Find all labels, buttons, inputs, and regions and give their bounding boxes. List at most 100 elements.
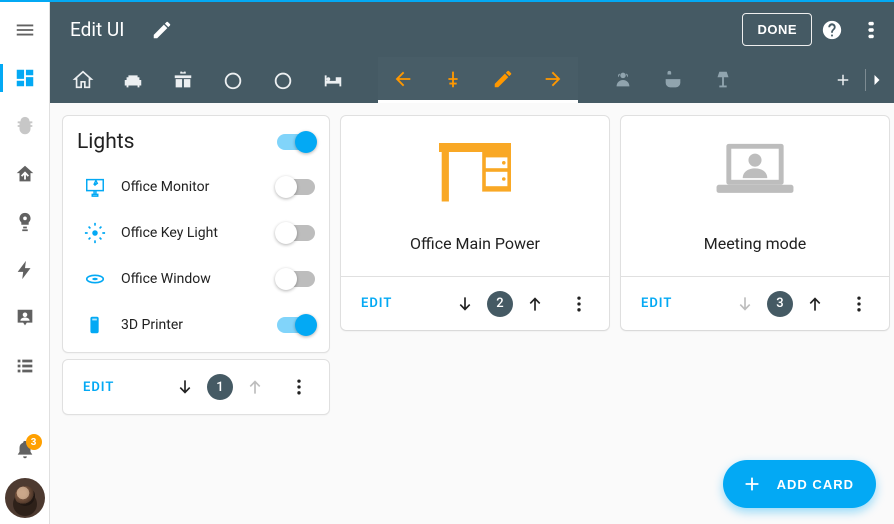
arrow-up-icon — [805, 294, 825, 314]
entity-toggle[interactable] — [277, 317, 315, 333]
gauge2-icon — [272, 69, 294, 91]
edit-button[interactable]: EDIT — [629, 296, 684, 311]
help-icon — [821, 19, 843, 41]
rail-item-logbook[interactable] — [0, 198, 50, 246]
monitor-icon — [84, 176, 106, 198]
tab-timer2[interactable] — [258, 57, 308, 103]
active-arrow-right[interactable] — [528, 56, 578, 102]
card-editbar-3: EDIT 3 — [621, 276, 889, 330]
active-edit[interactable] — [478, 56, 528, 102]
lights-master-toggle[interactable] — [277, 134, 315, 150]
position-badge: 3 — [767, 291, 793, 317]
position-badge: 1 — [207, 374, 233, 400]
pencil-icon — [151, 19, 173, 41]
dots-vertical-icon — [849, 294, 869, 314]
lights-card-title: Lights — [77, 130, 134, 154]
arrow-right-icon — [542, 68, 564, 90]
rail-item-energy[interactable] — [0, 102, 50, 150]
entity-toggle[interactable] — [277, 225, 315, 241]
card-overflow-button[interactable] — [837, 282, 881, 326]
rail-item-todo[interactable] — [0, 342, 50, 390]
tab-bar — [50, 57, 894, 103]
rail-item-notifications[interactable]: 3 — [0, 426, 50, 474]
entity-row-window[interactable]: Office Window — [77, 256, 315, 302]
edit-button[interactable]: EDIT — [71, 380, 126, 395]
move-down-button[interactable] — [163, 365, 207, 409]
pencil-icon — [492, 68, 514, 90]
column-1: Lights Office Monitor Office Key Light — [62, 115, 330, 415]
move-up-button[interactable] — [513, 282, 557, 326]
arrow-up-icon — [525, 294, 545, 314]
move-up-button[interactable] — [793, 282, 837, 326]
entity-label: Office Monitor — [113, 179, 277, 195]
disc-icon — [84, 268, 106, 290]
move-up-button[interactable] — [233, 365, 277, 409]
arrow-down-icon — [455, 294, 475, 314]
entity-label: Office Key Light — [113, 225, 277, 241]
arrow-up-icon — [245, 377, 265, 397]
move-down-button[interactable] — [443, 282, 487, 326]
card-overflow-button[interactable] — [557, 282, 601, 326]
entity-toggle[interactable] — [277, 179, 315, 195]
desk-icon — [430, 132, 520, 212]
gift-icon — [172, 69, 194, 91]
entity-label: Office Window — [113, 271, 277, 287]
tab-home[interactable] — [58, 57, 108, 103]
tab-active-group — [378, 57, 578, 103]
tab-plant[interactable] — [598, 57, 648, 103]
card-title: Meeting mode — [704, 234, 807, 253]
plus-icon — [834, 71, 852, 89]
entity-label: 3D Printer — [113, 317, 277, 333]
tab-bed[interactable] — [308, 57, 358, 103]
edit-button[interactable]: EDIT — [349, 296, 404, 311]
rail-item-overview[interactable] — [0, 54, 50, 102]
person-pin-icon — [14, 307, 36, 329]
user-avatar[interactable] — [5, 478, 45, 518]
dashboard-icon — [14, 67, 36, 89]
home-outline-icon — [72, 69, 94, 91]
add-card-fab[interactable]: ADD CARD — [723, 460, 876, 508]
rail-item-map[interactable] — [0, 150, 50, 198]
active-arrow-left[interactable] — [378, 56, 428, 102]
card-overflow-button[interactable] — [277, 365, 321, 409]
move-down-button[interactable] — [723, 282, 767, 326]
entity-row-office-monitor[interactable]: Office Monitor — [77, 164, 315, 210]
page-title: Edit UI — [70, 18, 124, 41]
lights-card: Lights Office Monitor Office Key Light — [62, 115, 330, 353]
entity-row-3d-printer[interactable]: 3D Printer — [77, 302, 315, 348]
card-editbar-1: EDIT 1 — [62, 359, 330, 415]
flower-icon — [612, 69, 634, 91]
tab-bath[interactable] — [648, 57, 698, 103]
card-title: Office Main Power — [410, 234, 540, 253]
card-editbar-2: EDIT 2 — [341, 276, 609, 330]
desk-chair-icon — [442, 68, 464, 90]
entity-toggle[interactable] — [277, 271, 315, 287]
plus-icon — [741, 473, 763, 495]
hamburger-menu-button[interactable] — [0, 6, 50, 54]
help-button[interactable] — [812, 10, 852, 50]
active-marker[interactable] — [428, 56, 478, 102]
edit-title-button[interactable] — [142, 10, 182, 50]
laptop-person-icon — [710, 132, 800, 212]
rail-item-media[interactable] — [0, 294, 50, 342]
floor-lamp-icon — [712, 69, 734, 91]
left-rail: 3 — [0, 2, 50, 524]
tab-lamp[interactable] — [698, 57, 748, 103]
topbar: Edit UI DONE — [50, 2, 894, 57]
main-area: Edit UI DONE — [50, 2, 894, 524]
done-button[interactable]: DONE — [742, 13, 812, 46]
tab-timer1[interactable] — [208, 57, 258, 103]
list-icon — [14, 355, 36, 377]
bolt-icon — [14, 259, 36, 281]
rail-item-history[interactable] — [0, 246, 50, 294]
entity-row-key-light[interactable]: Office Key Light — [77, 210, 315, 256]
tab-living[interactable] — [108, 57, 158, 103]
card-office-power: Office Main Power EDIT 2 — [340, 115, 610, 331]
tab-add[interactable] — [826, 71, 860, 89]
dots-vertical-icon — [289, 377, 309, 397]
bath-icon — [662, 69, 684, 91]
topbar-overflow-button[interactable] — [852, 10, 892, 50]
sofa-icon — [122, 69, 144, 91]
arrow-down-icon — [175, 377, 195, 397]
tab-kitchen[interactable] — [158, 57, 208, 103]
